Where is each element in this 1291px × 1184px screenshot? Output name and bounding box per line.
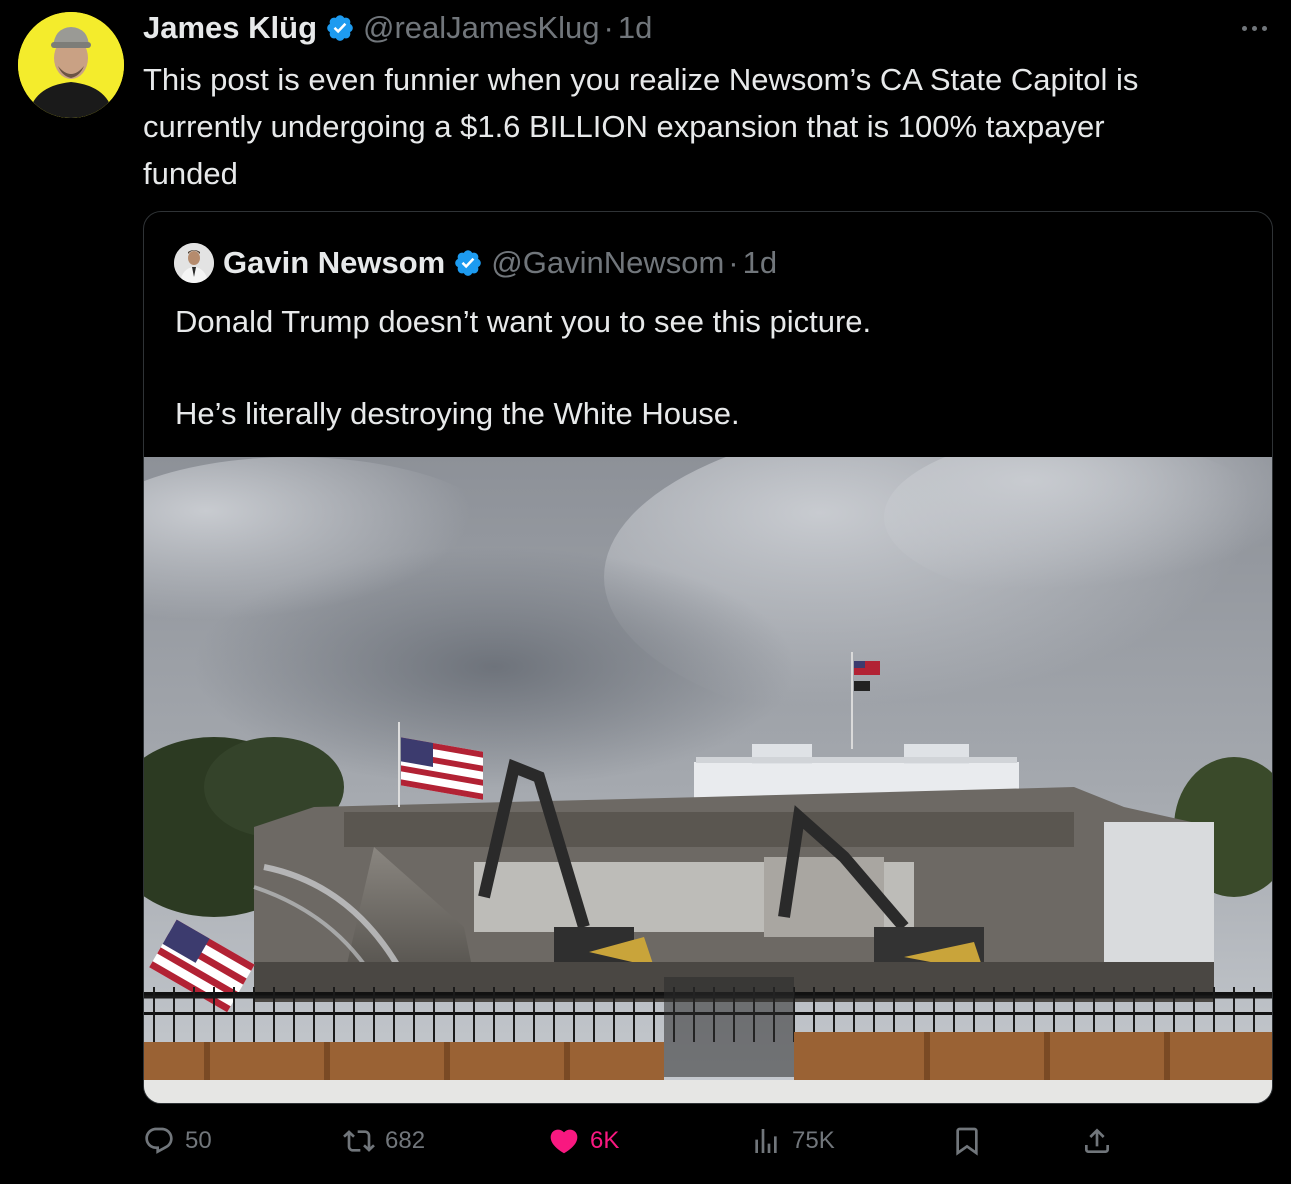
views-icon	[755, 1129, 777, 1153]
bookmark-button[interactable]	[951, 1118, 983, 1164]
quoted-media-image[interactable]	[144, 457, 1272, 1103]
author-name[interactable]: James Klüg	[143, 10, 317, 46]
like-icon	[550, 1129, 578, 1154]
author-avatar[interactable]	[18, 12, 124, 118]
quoted-time[interactable]: 1d	[743, 245, 777, 281]
views-count: 75K	[792, 1127, 835, 1154]
verified-icon	[455, 250, 482, 276]
repost-count: 682	[385, 1127, 426, 1154]
repost-icon	[343, 1130, 375, 1152]
reply-count: 50	[185, 1127, 212, 1154]
reply-button[interactable]: 50	[143, 1118, 212, 1164]
reply-icon	[145, 1127, 173, 1154]
like-button[interactable]: 6K	[548, 1118, 619, 1164]
views-button[interactable]: 75K	[750, 1118, 835, 1164]
more-icon[interactable]	[1237, 18, 1271, 38]
post-text: This post is even funnier when you reali…	[143, 62, 1139, 191]
post-time[interactable]: 1d	[618, 10, 652, 46]
quoted-post[interactable]: Gavin Newsom @GavinNewsom · 1d Donald Tr…	[143, 211, 1273, 1104]
share-icon	[1085, 1128, 1109, 1153]
quoted-author-handle[interactable]: @GavinNewsom	[491, 245, 724, 281]
separator-dot: ·	[728, 245, 739, 280]
share-button[interactable]	[1081, 1118, 1113, 1164]
action-bar: 50 682 6K 75K	[143, 1118, 1271, 1164]
bookmark-icon	[956, 1127, 978, 1156]
repost-button[interactable]: 682	[343, 1118, 425, 1164]
post-header: James Klüg @realJamesKlug · 1d	[143, 8, 652, 48]
quoted-author-avatar[interactable]	[174, 243, 214, 283]
author-handle[interactable]: @realJamesKlug	[363, 10, 600, 46]
verified-icon	[327, 15, 353, 41]
quoted-text: Donald Trump doesn’t want you to see thi…	[175, 304, 872, 431]
quoted-header: Gavin Newsom @GavinNewsom · 1d	[174, 242, 777, 284]
quoted-author-name[interactable]: Gavin Newsom	[223, 245, 445, 281]
avatar-image	[18, 12, 124, 118]
quoted-avatar-image	[174, 243, 214, 283]
separator-dot: ·	[603, 10, 614, 45]
like-count: 6K	[590, 1127, 620, 1154]
